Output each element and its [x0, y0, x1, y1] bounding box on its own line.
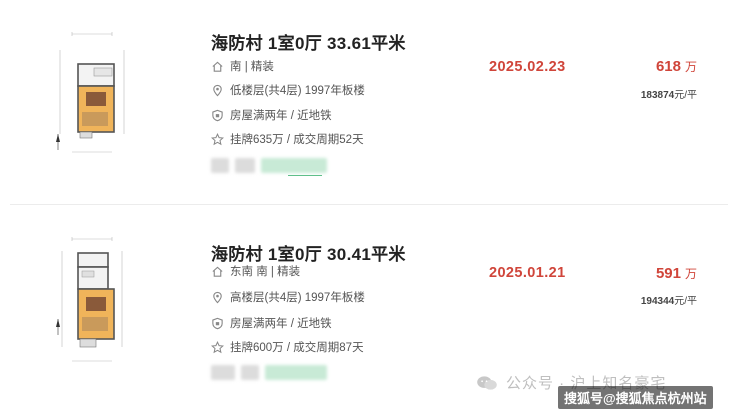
features-text: 房屋满两年 / 近地铁 [230, 110, 332, 122]
orientation-text: 南 | 精装 [230, 61, 274, 73]
source-badge: 搜狐号@搜狐焦点杭州站 [558, 386, 713, 409]
floor-row: 高楼层(共4层) 1997年板楼 [211, 288, 365, 306]
tag-list [211, 365, 327, 381]
total-price: 591 万 [656, 265, 697, 282]
unit-price: 194344元/平 [641, 292, 697, 307]
total-price: 618 万 [656, 58, 697, 75]
orientation-row: 南 | 精装 [211, 57, 274, 75]
star-icon [211, 132, 224, 146]
shield-icon [211, 317, 224, 330]
star-icon [211, 340, 224, 354]
unit-price-value: 183874 [640, 90, 675, 101]
house-icon [211, 265, 224, 278]
features-row: 房屋满两年 / 近地铁 [211, 106, 332, 124]
listing-info-row: 挂牌600万 / 成交周期87天 [211, 338, 364, 356]
blurred-tag [211, 365, 235, 380]
blurred-tag [261, 158, 327, 173]
orientation-row: 东南 南 | 精装 [211, 262, 300, 280]
total-price-value: 618 [655, 58, 681, 75]
features-row: 房屋满两年 / 近地铁 [211, 314, 332, 332]
listing-info-text: 挂牌600万 / 成交周期87天 [230, 342, 364, 354]
shield-icon [211, 109, 224, 122]
location-pin-icon [211, 291, 224, 304]
listing-info-row: 挂牌635万 / 成交周期52天 [211, 130, 364, 148]
features-text: 房屋满两年 / 近地铁 [230, 318, 332, 330]
total-price-value: 591 [655, 265, 681, 282]
unit-price-suffix: 元/平 [674, 90, 697, 101]
location-pin-icon [211, 84, 224, 97]
blurred-tag [211, 158, 229, 173]
total-price-unit: 万 [684, 60, 697, 74]
blurred-tag [235, 158, 255, 173]
listing-card[interactable]: 海防村 1室0厅 33.61平米 南 | 精装 低楼层(共4层) 1997年板楼… [0, 0, 740, 200]
blurred-tag [241, 365, 259, 380]
unit-price-suffix: 元/平 [674, 296, 697, 307]
total-price-unit: 万 [684, 267, 697, 281]
deal-date: 2025.01.21 [489, 265, 566, 281]
wechat-icon [477, 375, 497, 390]
house-icon [211, 60, 224, 73]
blurred-tag [265, 365, 327, 380]
floor-text: 低楼层(共4层) 1997年板楼 [230, 85, 365, 97]
floorplan-image[interactable] [50, 28, 130, 158]
listing-title[interactable]: 海防村 1室0厅 33.61平米 [211, 29, 406, 54]
listing-info-text: 挂牌635万 / 成交周期52天 [230, 134, 364, 146]
floorplan-image[interactable] [50, 235, 130, 365]
listing-divider [10, 204, 728, 205]
floor-row: 低楼层(共4层) 1997年板楼 [211, 81, 365, 99]
tag-underline [288, 175, 322, 176]
deal-date: 2025.02.23 [489, 59, 566, 75]
floor-text: 高楼层(共4层) 1997年板楼 [230, 292, 365, 304]
tag-list [211, 158, 327, 174]
orientation-text: 东南 南 | 精装 [230, 266, 301, 278]
unit-price: 183874元/平 [641, 86, 697, 101]
unit-price-value: 194344 [640, 296, 675, 307]
